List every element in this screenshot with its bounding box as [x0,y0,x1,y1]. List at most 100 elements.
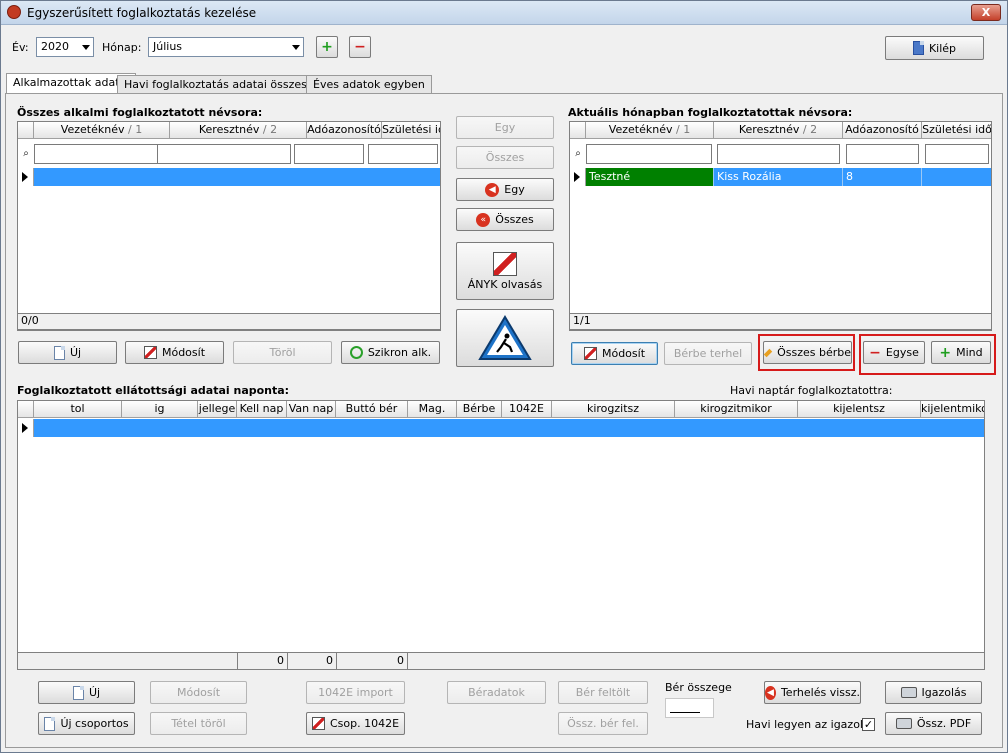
filter-input[interactable] [294,144,364,164]
column-header[interactable]: 1042E [502,401,552,418]
column-header[interactable]: Vezetéknév / 1 [34,122,170,139]
add-all-button[interactable]: + Mind [931,341,991,364]
binoculars-icon: ⌕ [23,148,29,159]
construction-icon [478,315,532,360]
daily-data-title: Foglalkoztatott ellátottsági adatai napo… [17,384,290,397]
lend-button[interactable]: Bérbe terhel [664,342,752,365]
anyk-read-button[interactable]: ÁNYK olvasás [456,242,554,300]
column-header[interactable]: Keresztnév / 2 [170,122,307,139]
column-header[interactable]: Van nap [287,401,336,418]
binoculars-icon: ⌕ [575,148,581,159]
left-list-title: Összes alkalmi foglalkoztatott névsora: [17,106,263,119]
close-button[interactable]: X [971,4,1001,21]
wage-upload-button[interactable]: Bér feltölt [558,681,648,704]
delete-employee-button[interactable]: Töröl [233,341,332,364]
column-header[interactable]: Adóazonosító [307,122,382,139]
edit-employee-button[interactable]: Módosít [125,341,224,364]
column-header[interactable]: Kell nap [237,401,287,418]
column-chooser-icon[interactable] [570,122,586,139]
sum-wage-upload-button[interactable]: Össz. bér fel. [558,712,648,735]
column-header[interactable]: kijelentsz [798,401,921,418]
column-header[interactable]: tol [34,401,122,418]
filter-input[interactable] [717,144,840,164]
edit-icon [311,717,325,730]
column-header[interactable]: jellege [198,401,237,418]
group-1042e-button[interactable]: Csop. 1042E [306,712,405,735]
notepad-pen-icon [493,251,517,276]
construction-button[interactable] [456,309,554,367]
tab-monthly-summary[interactable]: Havi foglalkoztatás adatai összesítve [117,75,335,94]
charge-back-button[interactable]: ◀ Terhelés vissz. [764,681,861,704]
remove-month-button[interactable]: − [349,36,371,58]
totals-row: 0 0 0 [18,652,984,669]
remove-one-button[interactable]: − Egyse [863,341,925,364]
total-kell-nap: 0 [237,653,287,669]
arrow-right-icon [22,423,28,433]
door-icon [912,41,924,55]
daily-data-grid[interactable]: tol ig jellege Kell nap Van nap Buttó bé… [17,400,985,670]
wage-sum-underline [670,712,700,713]
table-row[interactable] [34,168,440,186]
move-one-left-button[interactable]: ◀ Egy [456,178,554,201]
column-header[interactable]: Mag. [408,401,457,418]
exit-label: Kilép [928,41,957,55]
column-header[interactable]: Születési idő [922,122,991,139]
chevron-down-icon [292,45,300,50]
column-header[interactable]: kirogzitmikor [675,401,798,418]
plus-icon: + [939,344,952,361]
new-record-button[interactable]: Új [38,681,135,704]
all-lend-button[interactable]: Összes bérbe [763,341,852,364]
wage-sum-field[interactable] [665,698,714,718]
move-one-right-button[interactable]: Egy [456,116,554,139]
column-header[interactable]: kirogzitsz [552,401,675,418]
sum-pdf-button[interactable]: Össz. PDF [885,712,982,735]
month-label: Hónap: [102,41,142,54]
filter-input[interactable] [157,144,291,164]
column-header[interactable]: kijelentmikor [921,401,984,418]
arrow-right-icon [22,172,28,182]
right-employee-grid[interactable]: Vezetéknév / 1 Keresztnév / 2 Adóazonosí… [569,121,992,331]
filter-input[interactable] [846,144,919,164]
move-all-left-button[interactable]: «Összes [456,208,554,231]
column-header[interactable]: ig [122,401,198,418]
column-chooser-icon[interactable] [18,122,34,139]
new-employee-button[interactable]: Új [18,341,117,364]
edit-record-button[interactable]: Módosít [150,681,247,704]
cell-birth-date [922,168,991,186]
monthly-cert-checkbox[interactable]: ✓ [862,718,875,731]
add-month-button[interactable]: + [316,36,338,58]
exit-button[interactable]: Kilép [885,36,984,60]
delete-item-button[interactable]: Tétel töröl [150,712,247,735]
certificate-button[interactable]: Igazolás [885,681,982,704]
sync-icon [349,346,363,359]
wage-data-button[interactable]: Béradatok [447,681,546,704]
month-select[interactable]: Július [148,37,304,57]
column-header[interactable]: Bérbe [457,401,502,418]
column-header[interactable]: Születési idő [382,122,440,139]
arrow-left-icon: ◀ [765,685,776,700]
group-new-button[interactable]: Új csoportos [38,712,135,735]
window-title: Egyszerűsített foglalkoztatás kezelése [27,6,257,20]
filter-input[interactable] [925,144,989,164]
column-header[interactable]: Buttó bér [336,401,408,418]
move-all-right-button[interactable]: Összes [456,146,554,169]
column-header[interactable]: Adóazonosító [843,122,922,139]
sync-button[interactable]: Szikron alk. [341,341,440,364]
arrow-left-icon: ◀ [485,182,500,197]
column-header[interactable]: Vezetéknév / 1 [586,122,714,139]
wand-icon [763,348,773,357]
filter-input[interactable] [368,144,438,164]
column-chooser-icon[interactable] [18,401,34,418]
double-arrow-left-icon: « [476,212,491,227]
tab-yearly[interactable]: Éves adatok egyben [306,75,432,94]
import-1042e-button[interactable]: 1042E import [306,681,405,704]
filter-input[interactable] [34,144,168,164]
filter-input[interactable] [586,144,712,164]
edit-current-button[interactable]: Módosít [571,342,658,365]
table-row[interactable]: Tesztné Kiss Rozália 8 [586,168,991,186]
left-employee-grid[interactable]: Vezetéknév / 1 Keresztnév / 2 Adóazonosí… [17,121,441,331]
edit-icon [583,347,597,360]
column-header[interactable]: Keresztnév / 2 [714,122,843,139]
table-row[interactable] [34,419,984,437]
year-select[interactable]: 2020 [36,37,94,57]
